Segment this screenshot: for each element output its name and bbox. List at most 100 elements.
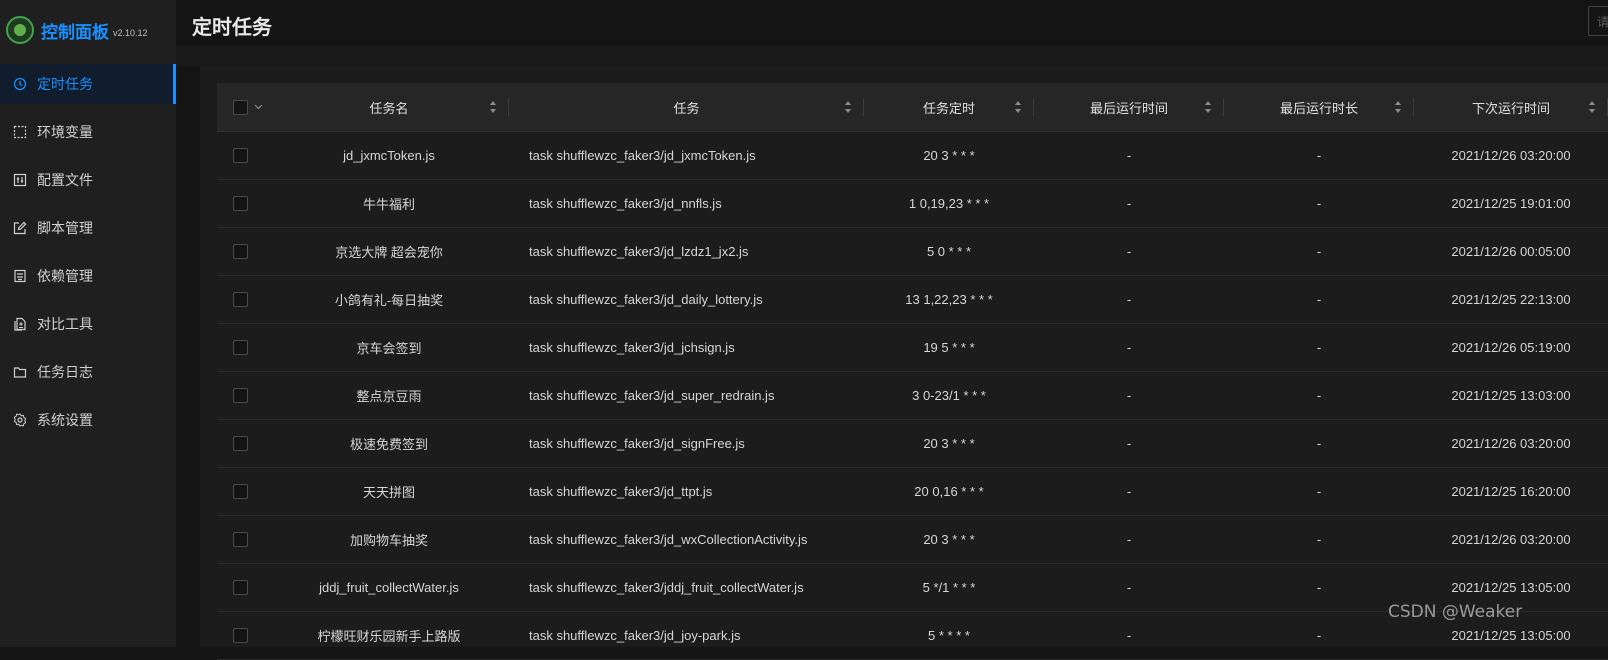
control-icon	[13, 173, 27, 187]
app-title: 控制面板	[41, 22, 109, 42]
select-all-cell	[217, 99, 269, 115]
row-checkbox[interactable]	[233, 148, 248, 163]
container-icon	[13, 269, 27, 283]
row-checkbox[interactable]	[233, 484, 248, 499]
row-checkbox[interactable]	[233, 292, 248, 307]
task-name: 整点京豆雨	[356, 389, 422, 404]
table-row[interactable]: 京选大牌 超会宠你 task shufflewzc_faker3/jd_lzdz…	[217, 228, 1608, 276]
task-schedule: 20 0,16 * * *	[914, 484, 984, 499]
task-name: 柠檬旺财乐园新手上路版	[317, 629, 461, 644]
task-command: task shufflewzc_faker3/jd_wxCollectionAc…	[529, 532, 808, 547]
table-row[interactable]: jd_jxmcToken.js task shufflewzc_faker3/j…	[217, 132, 1608, 180]
column-header-next-run[interactable]: 下次运行时间	[1414, 98, 1608, 117]
last-run-duration: -	[1316, 484, 1322, 499]
column-header-name[interactable]: 任务名	[269, 98, 509, 117]
sidebar-item-config[interactable]: 配置文件	[0, 160, 176, 200]
last-run-duration: -	[1316, 628, 1322, 643]
row-checkbox[interactable]	[233, 196, 248, 211]
app-version: v2.10.12	[113, 28, 148, 38]
watermark: CSDN @Weaker	[1388, 602, 1523, 622]
app-logo[interactable]: 控制面板 v2.10.12	[6, 14, 148, 46]
last-run-time: -	[1126, 244, 1132, 259]
sidebar-item-diff[interactable]: 对比工具	[0, 304, 176, 344]
search-input[interactable]: 请	[1588, 6, 1608, 36]
task-command: task shufflewzc_faker3/jd_joy-park.js	[529, 628, 741, 643]
next-run-time: 2021/12/26 03:20:00	[1451, 148, 1571, 163]
next-run-time: 2021/12/25 13:03:00	[1451, 388, 1571, 403]
last-run-duration: -	[1316, 292, 1322, 307]
sidebar-item-label: 环境变量	[37, 124, 93, 140]
last-run-time: -	[1126, 292, 1132, 307]
sidebar-item-env[interactable]: 环境变量	[0, 112, 176, 152]
table-row[interactable]: 极速免费签到 task shufflewzc_faker3/jd_signFre…	[217, 420, 1608, 468]
table-row[interactable]: 小鸽有礼-每日抽奖 task shufflewzc_faker3/jd_dail…	[217, 276, 1608, 324]
sort-icon[interactable]	[1394, 100, 1402, 114]
last-run-duration: -	[1316, 436, 1322, 451]
column-header-last-run[interactable]: 最后运行时间	[1034, 98, 1224, 117]
table-row[interactable]: 牛牛福利 task shufflewzc_faker3/jd_nnfls.js …	[217, 180, 1608, 228]
task-name: 小鸽有礼-每日抽奖	[334, 293, 444, 308]
sidebar: 控制面板 v2.10.12 定时任务 环境变量 配置文件 脚本管理 依赖管理 对…	[0, 0, 176, 647]
row-checkbox[interactable]	[233, 244, 248, 259]
table-row[interactable]: 整点京豆雨 task shufflewzc_faker3/jd_super_re…	[217, 372, 1608, 420]
dashed-box-icon	[13, 125, 27, 139]
last-run-time: -	[1126, 436, 1132, 451]
column-header-last-duration[interactable]: 最后运行时长	[1224, 98, 1414, 117]
sidebar-item-label: 依赖管理	[37, 268, 93, 284]
last-run-duration: -	[1316, 244, 1322, 259]
row-checkbox[interactable]	[233, 532, 248, 547]
last-run-time: -	[1126, 196, 1132, 211]
sort-icon[interactable]	[489, 100, 497, 114]
sort-icon[interactable]	[1204, 100, 1212, 114]
table-row[interactable]: 京车会签到 task shufflewzc_faker3/jd_jchsign.…	[217, 324, 1608, 372]
table-row[interactable]: 天天拼图 task shufflewzc_faker3/jd_ttpt.js 2…	[217, 468, 1608, 516]
row-checkbox[interactable]	[233, 388, 248, 403]
header-divider	[176, 46, 1608, 66]
last-run-time: -	[1126, 580, 1132, 595]
task-schedule: 1 0,19,23 * * *	[908, 196, 990, 211]
row-checkbox[interactable]	[233, 628, 248, 643]
task-command: task shufflewzc_faker3/jd_ttpt.js	[529, 484, 713, 499]
task-schedule: 5 * * * *	[928, 628, 970, 643]
task-schedule: 3 0-23/1 * * *	[912, 388, 986, 403]
task-command: task shufflewzc_faker3/jd_super_redrain.…	[529, 388, 775, 403]
next-run-time: 2021/12/25 16:20:00	[1451, 484, 1571, 499]
last-run-time: -	[1126, 628, 1132, 643]
sidebar-item-cron[interactable]: 定时任务	[0, 64, 176, 104]
sidebar-menu: 定时任务 环境变量 配置文件 脚本管理 依赖管理 对比工具 任务日志 系统设置	[0, 64, 176, 448]
table-row[interactable]: 加购物车抽奖 task shufflewzc_faker3/jd_wxColle…	[217, 516, 1608, 564]
chevron-down-icon[interactable]	[254, 104, 263, 110]
row-checkbox[interactable]	[233, 436, 248, 451]
task-name: 加购物车抽奖	[349, 533, 428, 548]
column-header-command[interactable]: 任务	[509, 98, 864, 117]
column-header-schedule[interactable]: 任务定时	[864, 98, 1034, 117]
sidebar-item-logs[interactable]: 任务日志	[0, 352, 176, 392]
task-name: 牛牛福利	[362, 197, 415, 212]
sort-icon[interactable]	[1014, 100, 1022, 114]
sort-icon[interactable]	[1588, 100, 1596, 114]
next-run-time: 2021/12/25 19:01:00	[1451, 196, 1571, 211]
task-schedule: 5 0 * * *	[926, 244, 972, 259]
sidebar-item-settings[interactable]: 系统设置	[0, 400, 176, 440]
next-run-time: 2021/12/25 13:05:00	[1451, 580, 1571, 595]
sidebar-item-deps[interactable]: 依赖管理	[0, 256, 176, 296]
next-run-time: 2021/12/26 00:05:00	[1451, 244, 1571, 259]
last-run-duration: -	[1316, 196, 1322, 211]
task-name: 京车会签到	[356, 341, 422, 356]
next-run-time: 2021/12/26 05:19:00	[1451, 340, 1571, 355]
sidebar-item-scripts[interactable]: 脚本管理	[0, 208, 176, 248]
task-command: task shufflewzc_faker3/jd_lzdz1_jx2.js	[529, 244, 749, 259]
last-run-time: -	[1126, 340, 1132, 355]
task-schedule: 20 3 * * *	[923, 148, 975, 163]
last-run-duration: -	[1316, 148, 1322, 163]
select-all-checkbox[interactable]	[233, 99, 248, 115]
row-checkbox[interactable]	[233, 340, 248, 355]
task-name: 极速免费签到	[349, 437, 428, 452]
content-panel: 任务名 任务 任务定时 最后运行时间 最后运行时长 下次运行时间 jd_jxmc…	[200, 66, 1608, 660]
sort-icon[interactable]	[844, 100, 852, 114]
sidebar-item-label: 配置文件	[37, 172, 93, 188]
row-checkbox[interactable]	[233, 580, 248, 595]
sidebar-item-label: 对比工具	[37, 316, 93, 332]
task-schedule: 19 5 * * *	[923, 340, 975, 355]
task-command: task shufflewzc_faker3/jd_daily_lottery.…	[529, 292, 763, 307]
